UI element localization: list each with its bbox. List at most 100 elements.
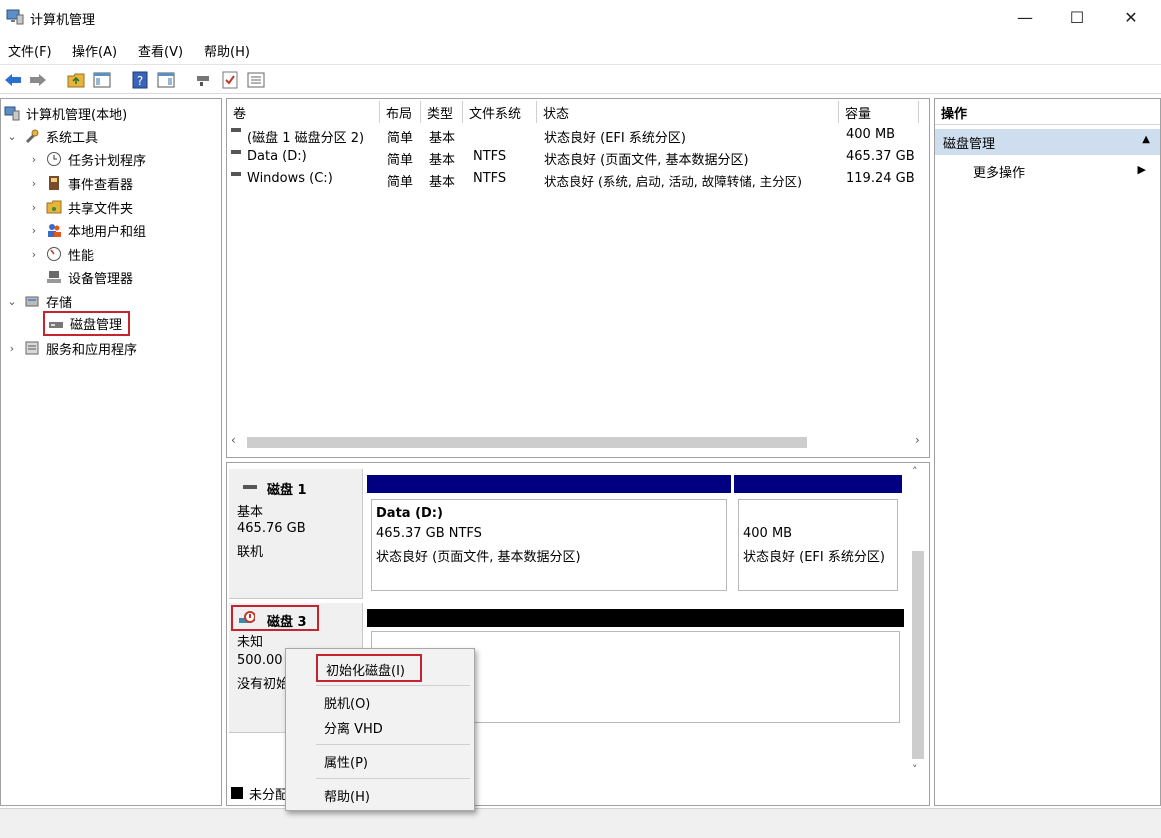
tree-label-shared-folders: 共享文件夹: [68, 201, 134, 217]
disk-error-icon: [239, 611, 256, 629]
show-action-pane-icon[interactable]: [156, 70, 176, 90]
cell-capacity: 465.37 GB: [846, 149, 915, 164]
cell-volume: Data (D:): [247, 149, 307, 164]
scroll-right-icon[interactable]: ›: [915, 433, 920, 447]
disk3-size: 500.00: [237, 653, 283, 668]
tree-item-disk-management[interactable]: 磁盘管理: [43, 311, 131, 336]
cell-status: 状态良好 (系统, 启动, 活动, 故障转储, 主分区): [544, 174, 803, 189]
collapse-up-icon[interactable]: ▲: [1142, 134, 1150, 145]
volume-icon: [231, 150, 241, 154]
vertical-scrollbar[interactable]: ˄ ˅: [909, 463, 927, 783]
partition-size: 400 MB: [743, 526, 793, 541]
tree-label-event-viewer: 事件查看器: [68, 177, 134, 193]
menu-view[interactable]: 查看(V): [138, 41, 183, 60]
column-header-status[interactable]: 状态: [537, 101, 839, 123]
cell-capacity: 400 MB: [846, 127, 896, 142]
checklist-icon[interactable]: [220, 70, 240, 90]
chevron-right-icon[interactable]: ›: [27, 201, 41, 214]
horizontal-scrollbar[interactable]: ‹ ›: [231, 433, 925, 451]
partition-bar: [367, 475, 731, 493]
chevron-right-icon[interactable]: ›: [27, 224, 41, 237]
menu-file[interactable]: 文件(F): [8, 41, 52, 60]
partition-bar: [367, 609, 904, 627]
forward-arrow-icon[interactable]: [28, 70, 48, 90]
connect-icon[interactable]: [194, 70, 214, 90]
close-button[interactable]: ✕: [1108, 0, 1154, 34]
partition-status: 状态良好 (页面文件, 基本数据分区): [376, 550, 581, 565]
partition-bar: [734, 475, 902, 493]
disk-icon: [243, 485, 257, 489]
scroll-down-icon[interactable]: ˅: [912, 763, 918, 776]
cell-layout: 简单: [387, 175, 414, 190]
chevron-right-icon[interactable]: ›: [27, 177, 41, 190]
menu-item-initialize-label: 初始化磁盘(I): [326, 664, 405, 679]
scroll-left-icon[interactable]: ‹: [231, 433, 236, 447]
scrollbar-thumb[interactable]: [912, 551, 924, 759]
actions-more-label: 更多操作: [973, 166, 1026, 181]
cell-type: 基本: [429, 153, 456, 168]
tree-label-storage: 存储: [46, 295, 73, 311]
cell-filesystem: NTFS: [473, 149, 507, 164]
actions-title: 操作: [935, 99, 1160, 125]
menu-item-offline[interactable]: 脱机(O): [324, 693, 370, 712]
tree-item-local-users[interactable]: › 本地用户和组: [27, 219, 146, 241]
column-header-layout[interactable]: 布局: [380, 101, 421, 123]
actions-section-disk-management[interactable]: 磁盘管理 ▲: [935, 129, 1160, 155]
tree-item-computer-management[interactable]: 计算机管理(本地): [3, 102, 127, 124]
up-folder-icon[interactable]: [66, 70, 86, 90]
chevron-right-icon[interactable]: ›: [27, 153, 41, 166]
services-icon: [23, 339, 41, 357]
minimize-button[interactable]: —: [1002, 0, 1048, 34]
menu-item-initialize-disk[interactable]: 初始化磁盘(I): [316, 654, 422, 682]
tree-label-system-tools: 系统工具: [46, 130, 99, 146]
disk3-type: 未知: [237, 635, 264, 650]
partition-body: Data (D:) 465.37 GB NTFS 状态良好 (页面文件, 基本数…: [371, 499, 727, 591]
legend-unallocated: 未分配: [249, 787, 289, 803]
clock-icon: [45, 150, 63, 168]
back-arrow-icon[interactable]: [3, 70, 23, 90]
partition-efi[interactable]: 400 MB 状态良好 (EFI 系统分区): [734, 475, 902, 595]
menu-action[interactable]: 操作(A): [72, 41, 117, 60]
chevron-down-icon[interactable]: ⌄: [5, 130, 19, 143]
disk1-info[interactable]: 磁盘 1 基本 465.76 GB 联机: [229, 469, 363, 599]
column-header-filesystem[interactable]: 文件系统: [463, 101, 537, 123]
menu-help[interactable]: 帮助(H): [204, 41, 250, 60]
tree-item-task-scheduler[interactable]: › 任务计划程序: [27, 148, 146, 170]
tree-item-performance[interactable]: › 性能: [27, 243, 94, 265]
tree-item-shared-folders[interactable]: › 共享文件夹: [27, 196, 133, 218]
menu-item-help[interactable]: 帮助(H): [324, 786, 370, 805]
menu-separator: [316, 744, 470, 745]
volume-list-pane: 卷 布局 类型 文件系统 状态 容量 (磁盘 1 磁盘分区 2) 简单 基本 状…: [226, 98, 930, 458]
cell-status: 状态良好 (EFI 系统分区): [544, 131, 686, 146]
menu-item-detach-vhd[interactable]: 分离 VHD: [324, 718, 383, 737]
chevron-down-icon[interactable]: ⌄: [5, 295, 19, 308]
tree-item-system-tools[interactable]: ⌄ 系统工具: [5, 125, 98, 147]
cell-filesystem: NTFS: [473, 171, 507, 186]
tree-item-services-apps[interactable]: › 服务和应用程序: [5, 337, 137, 359]
properties-list-icon[interactable]: [246, 70, 266, 90]
tree-label-root: 计算机管理(本地): [26, 107, 128, 123]
column-header-type[interactable]: 类型: [421, 101, 463, 123]
tree-item-event-viewer[interactable]: › 事件查看器: [27, 172, 133, 194]
cell-volume: (磁盘 1 磁盘分区 2): [247, 131, 365, 146]
show-hide-tree-icon[interactable]: [92, 70, 112, 90]
scrollbar-thumb[interactable]: [247, 437, 807, 448]
disk-drive-icon: [47, 315, 65, 333]
chevron-right-icon[interactable]: ›: [5, 342, 19, 355]
tree-item-storage[interactable]: ⌄ 存储: [5, 290, 72, 312]
column-header-volume[interactable]: 卷: [227, 101, 380, 123]
chevron-right-icon[interactable]: ›: [27, 248, 41, 261]
actions-section-label: 磁盘管理: [943, 137, 996, 152]
actions-more[interactable]: 更多操作 ▶: [935, 159, 1160, 183]
scroll-up-icon[interactable]: ˄: [912, 465, 918, 478]
help-icon[interactable]: ?: [130, 70, 150, 90]
tree-item-device-manager[interactable]: 设备管理器: [45, 266, 133, 288]
disk1-name: 磁盘 1: [267, 483, 307, 498]
menu-item-properties[interactable]: 属性(P): [324, 752, 368, 771]
cell-type: 基本: [429, 175, 456, 190]
column-header-capacity[interactable]: 容量: [839, 101, 919, 123]
maximize-button[interactable]: ☐: [1054, 0, 1100, 34]
menu-bar: 文件(F) 操作(A) 查看(V) 帮助(H): [0, 38, 1161, 62]
partition-data-d[interactable]: Data (D:) 465.37 GB NTFS 状态良好 (页面文件, 基本数…: [367, 475, 731, 595]
event-log-icon: [45, 174, 63, 192]
